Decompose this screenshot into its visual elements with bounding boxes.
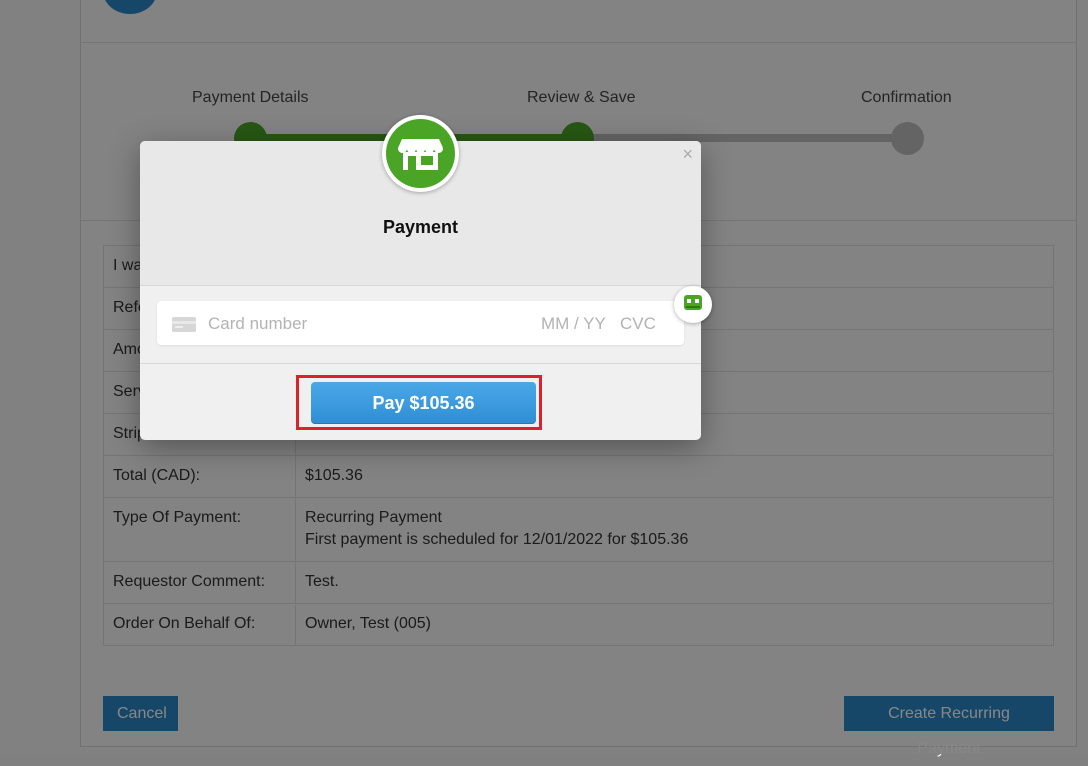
autofill-helper-button[interactable] (674, 286, 712, 323)
pay-button[interactable]: Pay $105.36 (311, 382, 536, 424)
card-input-field[interactable]: Card number MM / YY CVC (157, 301, 684, 345)
modal-title: Payment (382, 217, 459, 237)
expiry-input[interactable]: MM / YY (541, 314, 606, 334)
close-icon[interactable]: × (682, 144, 693, 165)
store-icon (397, 139, 444, 170)
card-number-input[interactable]: Card number (208, 314, 307, 334)
credit-card-icon (172, 317, 196, 332)
robot-autofill-icon (684, 295, 702, 310)
store-logo (382, 115, 459, 192)
cvc-input[interactable]: CVC (620, 314, 656, 334)
modal-footer-divider (140, 363, 701, 364)
